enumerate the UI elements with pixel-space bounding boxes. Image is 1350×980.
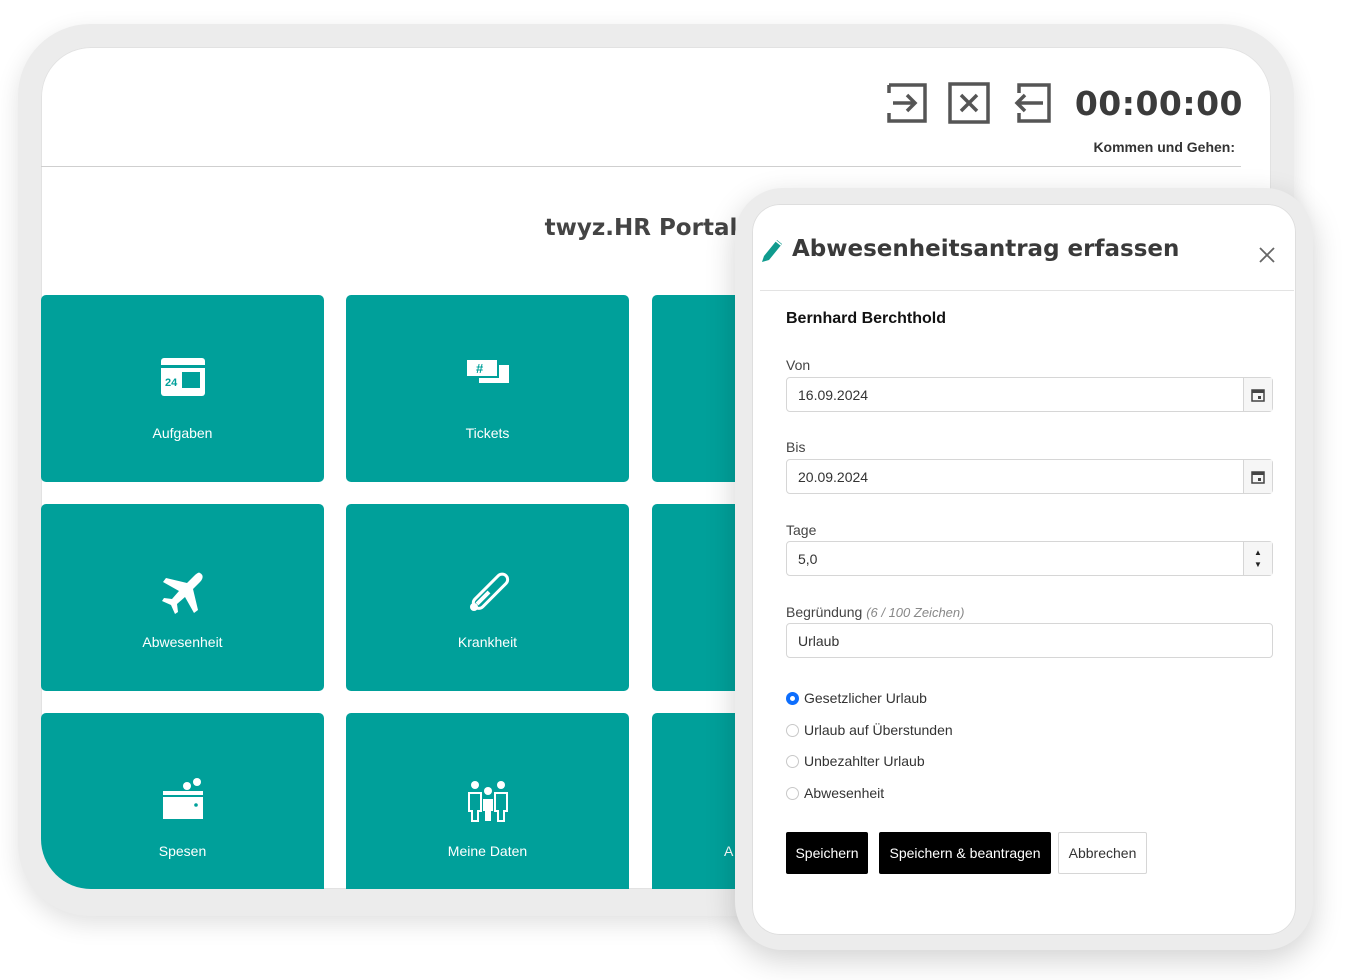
calendar-icon[interactable] (1243, 378, 1272, 411)
tile-label: Krankheit (457, 634, 518, 650)
option-unbezahlter-urlaub[interactable]: Unbezahlter Urlaub (786, 753, 925, 769)
char-count-hint: (6 / 100 Zeichen) (866, 605, 965, 620)
tage-value: 5,0 (798, 551, 818, 567)
spin-down-icon[interactable]: ▼ (1254, 559, 1262, 571)
begruendung-label: Begründung (6 / 100 Zeichen) (786, 604, 964, 620)
svg-text:#: # (476, 361, 484, 376)
bis-date-field[interactable]: 20.09.2024 (786, 459, 1273, 494)
tile-tickets[interactable]: # Tickets (346, 295, 629, 482)
tage-label: Tage (786, 522, 817, 538)
employee-name: Bernhard Berchthold (786, 310, 947, 327)
option-label: Abwesenheit (804, 785, 885, 801)
cancel-button[interactable]: Abbrechen (1058, 832, 1147, 874)
tile-spesen[interactable]: Spesen (41, 713, 324, 889)
number-spinner[interactable]: ▲ ▼ (1243, 542, 1272, 575)
save-and-apply-button[interactable]: Speichern & beantragen (879, 832, 1051, 874)
radio-button[interactable] (786, 786, 799, 800)
tage-number-field[interactable]: 5,0 ▲ ▼ (786, 541, 1273, 576)
time-tracking-actions: 00:00:00 (885, 81, 1243, 125)
radio-button[interactable] (786, 691, 799, 705)
radio-button[interactable] (786, 723, 799, 737)
plane-icon (161, 572, 203, 614)
tile-label: Abwesenheit (142, 634, 223, 650)
save-button[interactable]: Speichern (786, 832, 868, 874)
clock-display: 00:00:00 (1074, 83, 1243, 123)
pencil-icon (762, 240, 782, 262)
close-icon[interactable] (1256, 244, 1278, 266)
thermometer-icon (469, 572, 509, 611)
cancel-icon[interactable] (947, 81, 991, 125)
tile-label: Tickets (465, 425, 510, 441)
tile-label: Spesen (158, 843, 207, 859)
wallet-icon (162, 778, 203, 819)
tickets-icon: # (464, 358, 509, 383)
bis-label: Bis (786, 439, 806, 455)
radio-button[interactable] (786, 754, 799, 768)
time-tracking-label: Kommen und Gehen: (1093, 139, 1235, 155)
begruendung-input[interactable]: Urlaub (786, 623, 1273, 658)
bis-value: 20.09.2024 (798, 469, 869, 485)
tile-label: Meine Daten (447, 843, 528, 859)
option-abwesenheit[interactable]: Abwesenheit (786, 785, 884, 801)
sign-out-icon[interactable] (1009, 81, 1053, 125)
tile-meine-daten[interactable]: Meine Daten (346, 713, 629, 889)
von-date-field[interactable]: 16.09.2024 (786, 377, 1273, 412)
sign-in-icon[interactable] (885, 81, 929, 125)
absence-request-dialog: Abwesenheitsantrag erfassen Bernhard Ber… (752, 204, 1296, 935)
von-value: 16.09.2024 (798, 387, 869, 403)
option-gesetzlicher-urlaub[interactable]: Gesetzlicher Urlaub (786, 690, 927, 706)
dialog-divider (760, 290, 1294, 291)
svg-text:24: 24 (165, 377, 178, 389)
von-label: Von (786, 357, 811, 373)
begruendung-value: Urlaub (798, 633, 840, 649)
calendar-icon: 24 (160, 358, 205, 396)
dialog-title: Abwesenheitsantrag erfassen (792, 236, 1180, 262)
calendar-icon[interactable] (1243, 460, 1272, 493)
tile-aufgaben[interactable]: 24 Aufgaben (41, 295, 324, 482)
begruendung-label-text: Begründung (786, 604, 863, 620)
header-divider (41, 166, 1241, 167)
spin-up-icon[interactable]: ▲ (1254, 547, 1262, 559)
option-label: Unbezahlter Urlaub (804, 753, 925, 769)
tile-krankheit[interactable]: Krankheit (346, 504, 629, 691)
tile-label: Aufgaben (152, 425, 213, 441)
tile-abwesenheit[interactable]: Abwesenheit (41, 504, 324, 691)
family-icon (467, 781, 508, 822)
option-urlaub-ueberstunden[interactable]: Urlaub auf Überstunden (786, 722, 953, 738)
option-label: Urlaub auf Überstunden (804, 722, 953, 738)
option-label: Gesetzlicher Urlaub (804, 690, 927, 706)
